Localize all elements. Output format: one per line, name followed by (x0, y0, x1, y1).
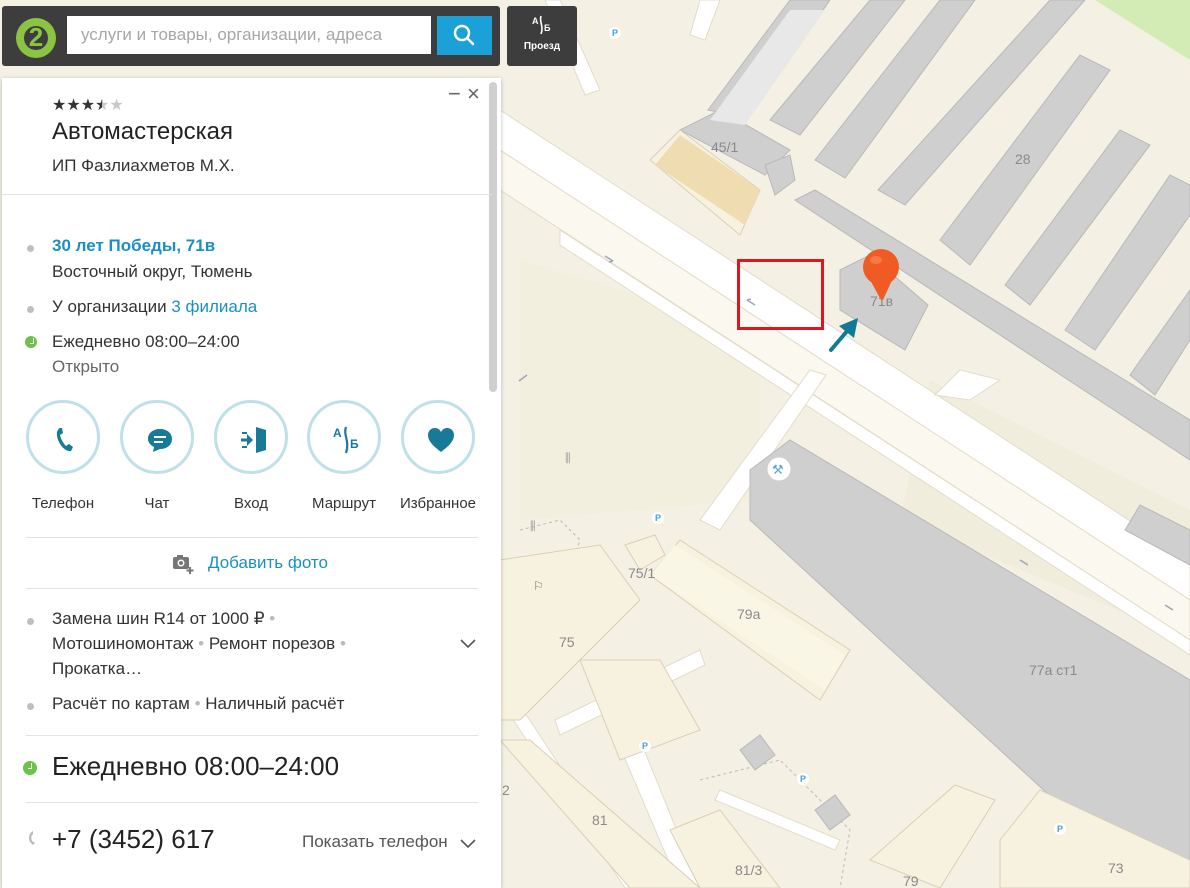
phone-button[interactable] (26, 400, 100, 474)
svg-text:Б: Б (350, 437, 359, 451)
add-photo-label: Добавить фото (208, 553, 328, 572)
search-icon (453, 24, 475, 46)
organization-card: ★★★★★ − × Автомастерская ИП Фазлиахметов… (2, 78, 501, 888)
divider (26, 588, 478, 589)
payment-item: Расчёт по картам (52, 694, 190, 713)
route-icon: А Б (532, 15, 551, 35)
route-icon: А Б (333, 426, 359, 454)
entrance-button[interactable] (214, 400, 288, 474)
org-subtitle: ИП Фазлиахметов М.Х. (52, 156, 235, 175)
add-photo-button[interactable]: Добавить фото (172, 551, 352, 575)
branches-line: У организации 3 филиала (52, 297, 257, 317)
route-button-label: Проезд (523, 41, 561, 52)
minimize-icon[interactable]: − (448, 83, 461, 105)
heart-icon (428, 428, 454, 452)
route-button-label: Маршрут (312, 495, 376, 512)
svg-text:P: P (1057, 824, 1063, 834)
rating-stars: ★★★★★ (52, 95, 124, 115)
entrance-icon (241, 427, 266, 453)
services-line-2: Мотошиномонтаж • Ремонт порезов • (52, 634, 346, 653)
logo-text: 2 (28, 22, 44, 52)
svg-text:Б: Б (544, 23, 551, 33)
svg-text:45/1: 45/1 (711, 139, 738, 155)
entrance-button-label: Вход (234, 495, 268, 512)
star-icon: ★ (52, 97, 67, 114)
divider (26, 537, 478, 538)
show-phone-label: Показать телефон (302, 832, 448, 851)
star-half-icon: ★ (95, 97, 110, 114)
svg-text:P: P (800, 774, 806, 784)
svg-text:79а: 79а (737, 606, 761, 622)
phone-small-icon (29, 831, 35, 845)
address-link[interactable]: 30 лет Победы, 71в (52, 236, 215, 256)
hours-schedule: Ежедневно 08:00–24:00 (52, 332, 240, 351)
route-action-button[interactable]: А Б (307, 400, 381, 474)
show-phone-button[interactable]: Показать телефон (302, 832, 448, 852)
divider (26, 802, 478, 803)
bullet-icon (27, 306, 34, 313)
star-empty-icon: ★ (109, 97, 124, 114)
svg-text:73: 73 (1108, 860, 1124, 876)
chevron-down-icon[interactable] (460, 638, 476, 650)
clock-icon (23, 761, 37, 775)
svg-text:P: P (642, 741, 648, 751)
divider (26, 735, 478, 736)
org-title: Автомастерская (52, 118, 233, 145)
chat-button[interactable] (120, 400, 194, 474)
close-icon[interactable]: × (467, 83, 480, 105)
svg-text:P: P (655, 513, 661, 523)
service-item: Мотошиномонтаж (52, 634, 194, 653)
playground-icon: ⚐ (533, 579, 544, 593)
payment-line: Расчёт по картам • Наличный расчёт (52, 694, 345, 713)
svg-text:79: 79 (903, 873, 919, 888)
phone-number: +7 (3452) 617 (52, 824, 215, 854)
svg-text:81/3: 81/3 (735, 862, 762, 878)
services-line-1: Замена шин R14 от 1000 ₽ • (52, 609, 276, 628)
svg-text:2: 2 (502, 782, 510, 798)
bus-stop-icon: ⫼ (530, 519, 536, 533)
hours-big: Ежедневно 08:00–24:00 (52, 751, 340, 781)
search-button[interactable] (437, 16, 492, 55)
search-bar: 2 (2, 6, 500, 66)
bullet-icon (27, 618, 34, 625)
service-item: Прокатка… (52, 659, 143, 678)
svg-text:28: 28 (1015, 151, 1031, 167)
star-icon: ★ (66, 97, 81, 114)
scrollbar[interactable] (489, 82, 497, 882)
svg-text:75: 75 (559, 634, 575, 650)
star-icon: ★ (80, 97, 96, 114)
divider (2, 194, 492, 195)
svg-text:⚒: ⚒ (772, 463, 784, 478)
clock-icon (25, 336, 37, 348)
camera-plus-icon (173, 555, 194, 574)
svg-text:77а ст1: 77а ст1 (1029, 662, 1078, 678)
service-item: Замена шин R14 от 1000 ₽ (52, 609, 265, 628)
bullet-icon (27, 245, 34, 252)
chevron-down-icon[interactable] (460, 838, 476, 850)
favorite-button[interactable] (401, 400, 475, 474)
open-status: Открыто (52, 357, 120, 376)
payment-item: Наличный расчёт (205, 694, 345, 713)
service-item: Ремонт порезов (208, 634, 336, 653)
address-district: Восточный округ, Тюмень (52, 262, 253, 281)
phone-icon (56, 428, 73, 452)
chat-icon (148, 429, 172, 452)
svg-text:А: А (532, 16, 539, 26)
logo[interactable]: 2 (16, 18, 56, 58)
svg-text:81: 81 (592, 812, 608, 828)
chat-button-label: Чат (144, 495, 170, 512)
bus-stop-icon-2: ⫼ (565, 451, 571, 465)
scrollbar-thumb[interactable] (489, 82, 497, 392)
route-button[interactable]: А Б Проезд (507, 6, 577, 66)
bullet-icon (27, 703, 34, 710)
favorite-button-label: Избранное (399, 495, 477, 512)
svg-text:А: А (333, 426, 342, 440)
phone-button-label: Телефон (31, 495, 95, 512)
svg-text:P: P (612, 28, 618, 38)
branches-link[interactable]: 3 филиала (171, 297, 257, 316)
search-input[interactable] (67, 16, 431, 54)
svg-text:75/1: 75/1 (628, 565, 655, 581)
car-service-icon: ⚒ (766, 456, 792, 482)
branches-prefix: У организации (52, 297, 167, 316)
